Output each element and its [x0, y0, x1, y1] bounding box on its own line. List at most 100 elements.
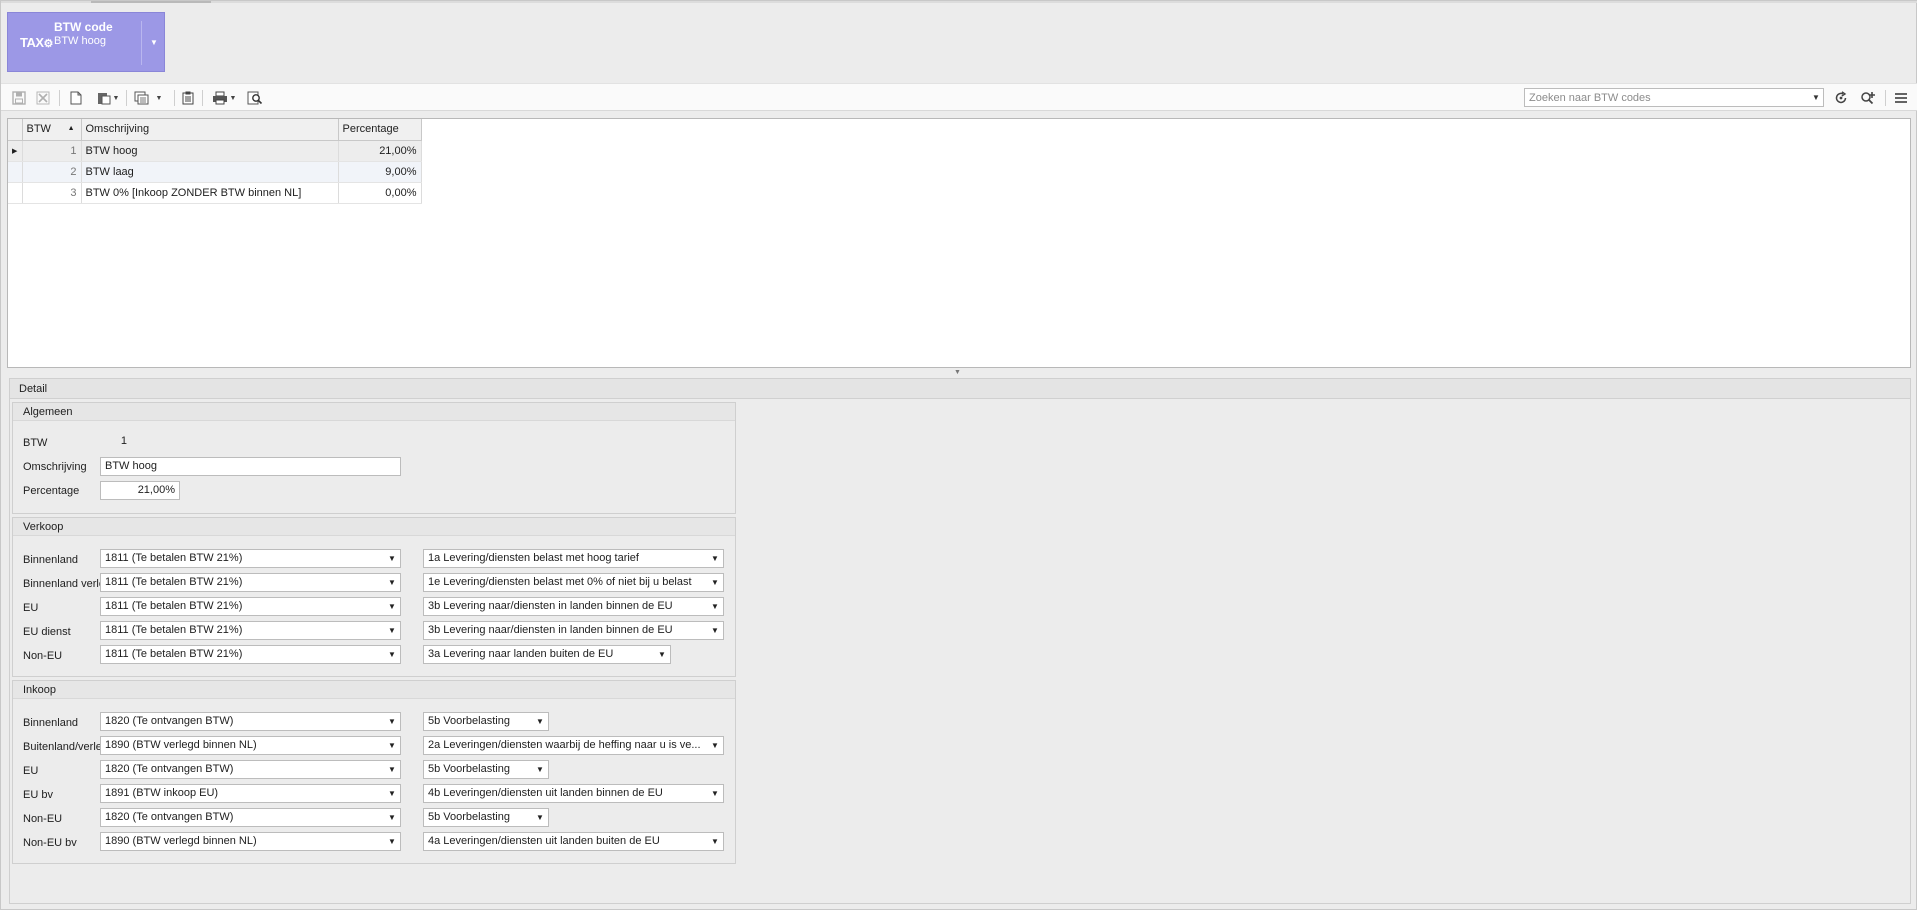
- search-input[interactable]: [1525, 89, 1809, 106]
- toolbar-separator: [1885, 90, 1886, 106]
- select-value: 3a Levering naar landen buiten de EU: [428, 648, 614, 660]
- account-select[interactable]: 1890 (BTW verlegd binnen NL) ▼: [100, 736, 401, 755]
- table-row[interactable]: 3 BTW 0% [Inkoop ZONDER BTW binnen NL] 0…: [8, 182, 422, 204]
- rubric-select[interactable]: 1e Levering/diensten belast met 0% of ni…: [423, 573, 724, 592]
- cell-percentage[interactable]: 21,00%: [338, 140, 422, 162]
- select-value: 5b Voorbelasting: [428, 763, 510, 775]
- cell-omschrijving[interactable]: BTW 0% [Inkoop ZONDER BTW binnen NL]: [81, 182, 339, 204]
- cell-btw[interactable]: 1: [22, 140, 82, 162]
- account-select[interactable]: 1811 (Te betalen BTW 21%) ▼: [100, 621, 401, 640]
- cell-btw[interactable]: 2: [22, 161, 82, 183]
- tab-detail[interactable]: Detail: [10, 379, 1910, 399]
- select-value: 1811 (Te betalen BTW 21%): [105, 624, 243, 636]
- chevron-down-icon[interactable]: ▼: [535, 713, 545, 730]
- cell-btw[interactable]: 3: [22, 182, 82, 204]
- chevron-down-icon[interactable]: ▼: [387, 809, 397, 826]
- rubric-select[interactable]: 3a Levering naar landen buiten de EU ▼: [423, 645, 671, 664]
- cell-omschrijving[interactable]: BTW laag: [81, 161, 339, 183]
- top-strip: [1, 1, 1917, 3]
- account-select[interactable]: 1811 (Te betalen BTW 21%) ▼: [100, 645, 401, 664]
- delete-icon[interactable]: [33, 88, 53, 108]
- chevron-down-icon[interactable]: ▼: [1809, 93, 1823, 102]
- chevron-down-icon[interactable]: ▼: [387, 622, 397, 639]
- print-icon[interactable]: ▼: [209, 88, 239, 108]
- rubric-select[interactable]: 4a Leveringen/diensten uit landen buiten…: [423, 832, 724, 851]
- tile-divider: [141, 21, 142, 65]
- column-header-percentage[interactable]: Percentage: [338, 119, 422, 141]
- rubric-select[interactable]: 2a Leveringen/diensten waarbij de heffin…: [423, 736, 724, 755]
- menu-icon[interactable]: [1891, 88, 1911, 108]
- cell-percentage[interactable]: 9,00%: [338, 161, 422, 183]
- account-select[interactable]: 1820 (Te ontvangen BTW) ▼: [100, 760, 401, 779]
- column-header-omschrijving[interactable]: Omschrijving: [81, 119, 339, 141]
- chevron-down-icon[interactable]: ▼: [387, 574, 397, 591]
- percentage-field[interactable]: 21,00%: [100, 481, 180, 500]
- rubric-select[interactable]: 5b Voorbelasting ▼: [423, 712, 549, 731]
- select-value: 1890 (BTW verlegd binnen NL): [105, 835, 257, 847]
- rubric-select[interactable]: 3b Levering naar/diensten in landen binn…: [423, 621, 724, 640]
- account-select[interactable]: 1811 (Te betalen BTW 21%) ▼: [100, 597, 401, 616]
- new-document-icon[interactable]: [67, 88, 85, 108]
- chevron-down-icon[interactable]: ▼: [710, 833, 720, 850]
- clipboard-icon[interactable]: [179, 88, 197, 108]
- rubric-select[interactable]: 3b Levering naar/diensten in landen binn…: [423, 597, 724, 616]
- cell-percentage[interactable]: 0,00%: [338, 182, 422, 204]
- chevron-down-icon[interactable]: ▼: [387, 550, 397, 567]
- rubric-select[interactable]: 4b Leveringen/diensten uit landen binnen…: [423, 784, 724, 803]
- chevron-down-icon[interactable]: ▼: [710, 574, 720, 591]
- preview-icon[interactable]: [245, 88, 265, 108]
- chevron-down-icon[interactable]: ▼: [387, 646, 397, 663]
- chevron-down-icon[interactable]: ▼: [387, 761, 397, 778]
- chevron-down-icon[interactable]: ▼: [387, 598, 397, 615]
- account-select[interactable]: 1811 (Te betalen BTW 21%) ▼: [100, 573, 401, 592]
- refresh-icon[interactable]: [1831, 88, 1851, 108]
- module-tile[interactable]: TAX⚙ BTW code BTW hoog ▼: [7, 12, 165, 72]
- chevron-down-icon[interactable]: ▼: [113, 95, 120, 102]
- table-row[interactable]: 2 BTW laag 9,00%: [8, 161, 422, 183]
- chevron-down-icon[interactable]: ▼: [387, 785, 397, 802]
- chevron-down-icon[interactable]: ▼: [156, 95, 163, 102]
- save-icon[interactable]: [9, 88, 29, 108]
- chevron-down-icon[interactable]: ▼: [150, 38, 158, 47]
- row-indicator: [8, 182, 23, 204]
- field-label: Non-EU bv: [23, 837, 77, 849]
- chevron-down-icon[interactable]: ▼: [710, 550, 720, 567]
- chevron-down-icon[interactable]: ▼: [535, 809, 545, 826]
- account-select[interactable]: 1820 (Te ontvangen BTW) ▼: [100, 712, 401, 731]
- chevron-down-icon[interactable]: ▼: [387, 713, 397, 730]
- select-value: 1811 (Te betalen BTW 21%): [105, 576, 243, 588]
- table-row[interactable]: ▶ 1 BTW hoog 21,00%: [8, 140, 422, 162]
- chevron-down-icon[interactable]: ▼: [710, 622, 720, 639]
- omschrijving-field[interactable]: BTW hoog: [100, 457, 401, 476]
- row-selected-indicator-icon: ▶: [8, 140, 23, 162]
- rubric-select[interactable]: 5b Voorbelasting ▼: [423, 808, 549, 827]
- account-select[interactable]: 1891 (BTW inkoop EU) ▼: [100, 784, 401, 803]
- select-value: 1820 (Te ontvangen BTW): [105, 811, 234, 823]
- select-value: 1820 (Te ontvangen BTW): [105, 715, 234, 727]
- cell-omschrijving[interactable]: BTW hoog: [81, 140, 339, 162]
- splitter-chevron-down-icon[interactable]: ▼: [954, 369, 961, 376]
- column-header-btw[interactable]: BTW ▲: [22, 119, 82, 141]
- logo-text: TAX: [20, 35, 44, 50]
- paste-icon[interactable]: ▼: [93, 88, 123, 108]
- search-box[interactable]: ▼: [1524, 88, 1824, 107]
- chevron-down-icon[interactable]: ▼: [230, 95, 237, 102]
- chevron-down-icon[interactable]: ▼: [387, 737, 397, 754]
- chevron-down-icon[interactable]: ▼: [710, 598, 720, 615]
- chevron-down-icon[interactable]: ▼: [535, 761, 545, 778]
- copy-icon[interactable]: ▼: [131, 88, 165, 108]
- toolbar-separator: [59, 90, 60, 106]
- account-select[interactable]: 1820 (Te ontvangen BTW) ▼: [100, 808, 401, 827]
- rubric-select[interactable]: 5b Voorbelasting ▼: [423, 760, 549, 779]
- top-tab-indicator: [91, 1, 211, 3]
- account-select[interactable]: 1811 (Te betalen BTW 21%) ▼: [100, 549, 401, 568]
- chevron-down-icon[interactable]: ▼: [657, 646, 667, 663]
- chevron-down-icon[interactable]: ▼: [387, 833, 397, 850]
- btw-field: 1: [100, 432, 132, 451]
- chevron-down-icon[interactable]: ▼: [710, 737, 720, 754]
- add-search-icon[interactable]: [1857, 88, 1879, 108]
- chevron-down-icon[interactable]: ▼: [710, 785, 720, 802]
- rubric-select[interactable]: 1a Levering/diensten belast met hoog tar…: [423, 549, 724, 568]
- account-select[interactable]: 1890 (BTW verlegd binnen NL) ▼: [100, 832, 401, 851]
- application-window: TAX⚙ BTW code BTW hoog ▼ ▼ ▼ ▼ Zoeken na…: [0, 0, 1917, 910]
